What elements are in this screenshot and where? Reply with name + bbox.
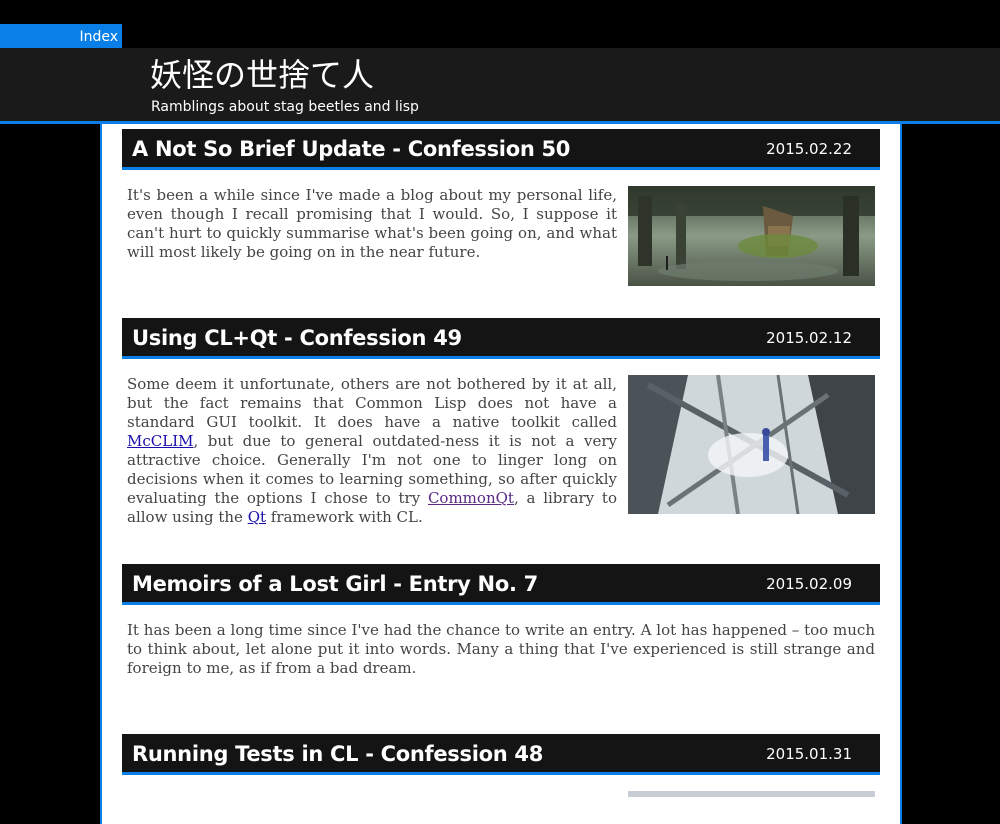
post-date: 2015.02.09: [766, 575, 852, 593]
post-header: Using CL+Qt - Confession 49 2015.02.12: [122, 318, 880, 359]
post-confession-48: Running Tests in CL - Confession 48 2015…: [122, 734, 880, 797]
site-header: 妖怪の世捨て人 Ramblings about stag beetles and…: [0, 48, 1000, 124]
post-title-link[interactable]: Memoirs of a Lost Girl - Entry No. 7: [132, 564, 538, 604]
post-title-link[interactable]: Running Tests in CL - Confession 48: [132, 734, 543, 774]
post-header: Running Tests in CL - Confession 48 2015…: [122, 734, 880, 775]
excerpt-text: framework with CL.: [266, 508, 423, 526]
forest-treehouse-image: [628, 186, 875, 286]
post-body: Some deem it unfortunate, others are not…: [122, 375, 880, 527]
top-bar: [0, 0, 1000, 48]
post-confession-49: Using CL+Qt - Confession 49 2015.02.12 S…: [122, 318, 880, 527]
post-thumbnail[interactable]: [628, 791, 875, 797]
post-date: 2015.02.12: [766, 329, 852, 347]
post-title-link[interactable]: Using CL+Qt - Confession 49: [132, 318, 462, 358]
post-excerpt: Some deem it unfortunate, others are not…: [127, 375, 617, 527]
commonqt-link[interactable]: CommonQt: [428, 489, 514, 507]
post-thumbnail-ruins[interactable]: [628, 375, 875, 514]
post-memoirs-entry-7: Memoirs of a Lost Girl - Entry No. 7 201…: [122, 564, 880, 678]
main-content: A Not So Brief Update - Confession 50 20…: [100, 124, 902, 824]
post-body: It has been a long time since I've had t…: [122, 621, 880, 678]
ruined-structure-image: [628, 375, 875, 514]
post-excerpt: It has been a long time since I've had t…: [127, 621, 875, 677]
post-title-link[interactable]: A Not So Brief Update - Confession 50: [132, 129, 570, 169]
excerpt-text: Some deem it unfortunate, others are not…: [127, 375, 617, 431]
post-date: 2015.01.31: [766, 745, 852, 763]
site-title[interactable]: 妖怪の世捨て人: [150, 56, 374, 94]
mcclim-link[interactable]: McCLIM: [127, 432, 193, 450]
post-body: It's been a while since I've made a blog…: [122, 186, 880, 286]
post-confession-50: A Not So Brief Update - Confession 50 20…: [122, 129, 880, 286]
post-header: A Not So Brief Update - Confession 50 20…: [122, 129, 880, 170]
qt-link[interactable]: Qt: [248, 508, 266, 526]
site-subtitle: Ramblings about stag beetles and lisp: [151, 99, 419, 115]
nav-index-link[interactable]: Index: [0, 24, 122, 51]
post-thumbnail-forest[interactable]: [628, 186, 875, 286]
post-header: Memoirs of a Lost Girl - Entry No. 7 201…: [122, 564, 880, 605]
post-date: 2015.02.22: [766, 140, 852, 158]
post-excerpt: It's been a while since I've made a blog…: [127, 186, 617, 261]
